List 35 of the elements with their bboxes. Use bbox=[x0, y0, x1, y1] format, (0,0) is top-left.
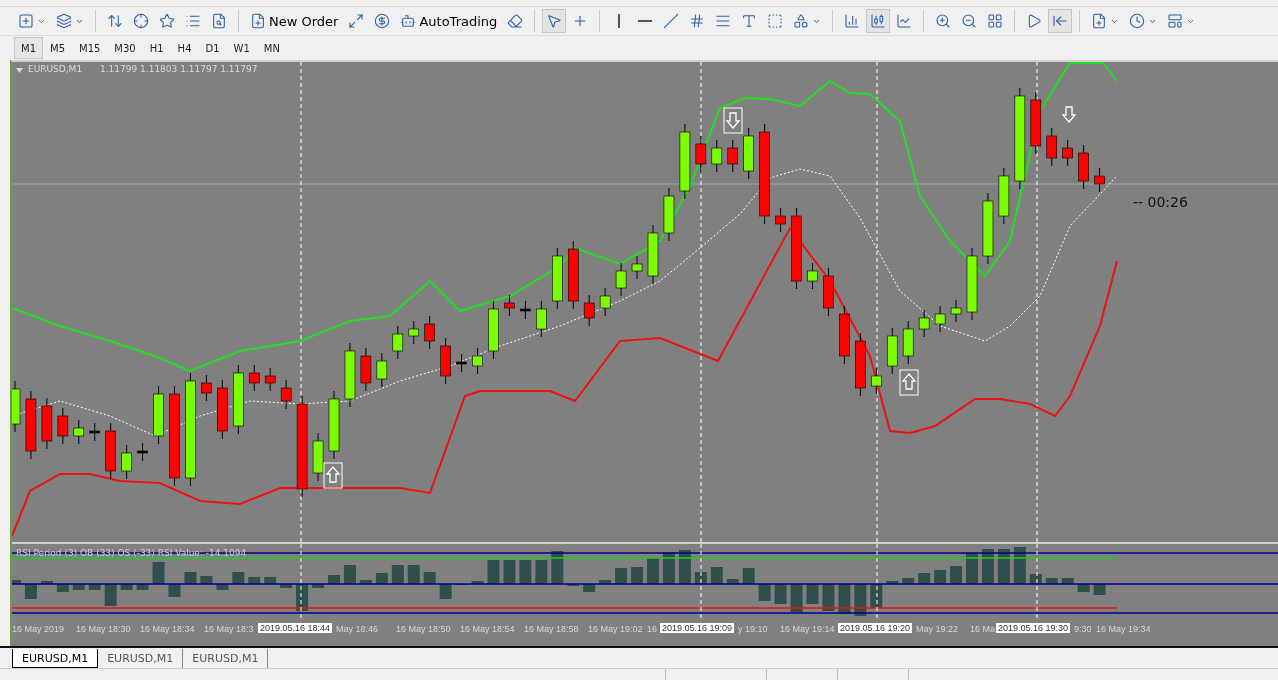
time-axis-label: 16 May 18:58 bbox=[524, 624, 579, 634]
time-marker-label: 2019.05.16 19:09 bbox=[660, 623, 735, 633]
time-axis-label: May 19:22 bbox=[916, 624, 959, 634]
timeframe-button[interactable]: M30 bbox=[107, 37, 143, 59]
new-order-button[interactable]: New Order bbox=[246, 9, 343, 33]
time-axis-label: 16 May 19:02 bbox=[588, 624, 643, 634]
time-axis-label: 16 bbox=[647, 624, 657, 634]
time-axis-label: 16 May 18:54 bbox=[460, 624, 515, 634]
time-axis-label: 16 May 2019 bbox=[12, 624, 65, 634]
time-axis-label: 16 May 19:14 bbox=[780, 624, 835, 634]
time-axis-label: y 19:10 bbox=[738, 624, 768, 634]
time-axis-label: May 18:46 bbox=[336, 624, 379, 634]
time-axis-label: 9:30 bbox=[1074, 624, 1092, 634]
time-marker-label: 2019.05.16 19:30 bbox=[996, 623, 1071, 633]
timeframe-button[interactable]: H1 bbox=[142, 37, 171, 59]
chart-symbol: EURUSD,M1 bbox=[28, 64, 83, 74]
time-marker-label: 2019.05.16 19:20 bbox=[838, 623, 913, 633]
time-axis-label: 16 May 18:34 bbox=[140, 624, 195, 634]
time-axis-label: 16 May 18:3 bbox=[204, 624, 254, 634]
timeframe-button[interactable]: D1 bbox=[198, 37, 227, 59]
timeframe-button[interactable]: W1 bbox=[226, 37, 257, 59]
bar-countdown: -- 00:26 bbox=[1133, 194, 1188, 210]
time-axis-label: 16 Ma bbox=[970, 624, 995, 634]
timeframe-button[interactable]: M15 bbox=[72, 37, 108, 59]
time-marker-label: 2019.05.16 18:44 bbox=[258, 623, 333, 633]
time-axis-label: 16 May 19:34 bbox=[1096, 624, 1151, 634]
time-axis-label: 16 May 18:30 bbox=[76, 624, 131, 634]
timeframe-button[interactable]: M1 bbox=[14, 37, 43, 59]
chart-tab[interactable]: EURUSD,M1 bbox=[12, 649, 99, 668]
timeframe-button[interactable]: M5 bbox=[43, 37, 72, 59]
autotrading-button[interactable]: AutoTrading bbox=[396, 9, 502, 33]
time-axis-label: 16 May 18:50 bbox=[396, 624, 451, 634]
timeframe-button[interactable]: MN bbox=[256, 37, 287, 59]
timeframe-button[interactable]: H4 bbox=[170, 37, 199, 59]
chart-quotes: 1.11799 1.11803 1.11797 1.11797 bbox=[100, 64, 258, 74]
